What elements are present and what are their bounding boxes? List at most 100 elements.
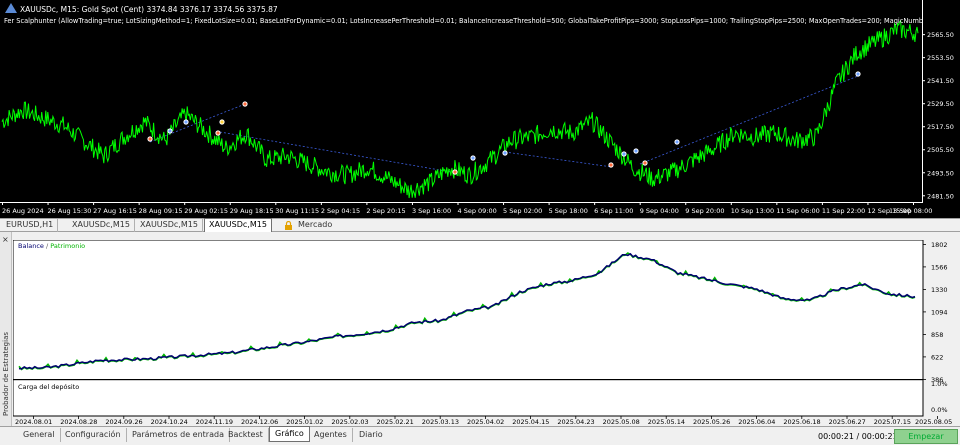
trade-marker-core — [609, 163, 613, 167]
time-tick — [275, 202, 277, 205]
price-level-label: 2529.50 — [927, 100, 954, 108]
date-label: 2024.12.06 — [241, 418, 278, 426]
time-tick — [411, 202, 413, 205]
tab-grafico[interactable]: Gráfico — [269, 426, 310, 442]
start-button[interactable]: Empezar — [894, 429, 958, 444]
tab-parametros[interactable]: Parámetros de entrada — [127, 428, 230, 442]
time-label: 29 Aug 18:15 — [230, 207, 274, 215]
balance-chart[interactable]: 18021566133010948586223861.0%0.0%2024.08… — [13, 240, 960, 426]
trade-marker-core — [168, 129, 172, 133]
time-label: 28 Aug 09:15 — [139, 207, 183, 215]
date-label: 2025.03.13 — [422, 418, 459, 426]
test-timer: 00:00:21 / 00:00:21 — [818, 432, 898, 441]
date-label: 2024.08.01 — [15, 418, 52, 426]
balance-plot-bg — [13, 240, 923, 416]
trade-marker-core — [503, 151, 507, 155]
time-tick — [93, 202, 95, 205]
tab-xauusdc-m15-active[interactable]: XAUUSDc,M15 — [204, 218, 272, 233]
close-icon[interactable]: × — [2, 235, 9, 244]
lock-icon — [284, 220, 293, 230]
time-label: 10 Sep 13:00 — [731, 207, 774, 215]
tab-backtest[interactable]: Backtest — [223, 428, 269, 442]
date-label: 2025.05.08 — [603, 418, 640, 426]
balance-axis-label: 1566 — [931, 264, 948, 272]
price-level-label: 2553.50 — [927, 54, 954, 62]
tab-configuracion[interactable]: Configuración — [60, 428, 127, 442]
balance-tick — [923, 244, 926, 245]
balance-axis-label: 622 — [931, 354, 943, 362]
balance-tick — [923, 311, 926, 313]
price-tick — [922, 195, 925, 197]
tab-eurusd-h1[interactable]: EURUSD,H1 — [2, 219, 59, 232]
legend-equity: Patrimonio — [50, 242, 86, 250]
time-label: 13 Sep 08:00 — [889, 207, 932, 215]
load-axis-label: 0.0% — [931, 406, 948, 414]
tab-xauusdc-m15-1[interactable]: XAUUSDc,M15 — [68, 219, 135, 232]
trade-marker-core — [220, 120, 224, 124]
trade-marker-core — [643, 161, 647, 165]
trade-marker-core — [675, 140, 679, 144]
tab-diario[interactable]: Diario — [354, 428, 388, 442]
price-series-line — [1, 20, 919, 199]
time-tick — [639, 202, 641, 205]
trade-marker-core — [622, 152, 626, 156]
time-tick — [821, 202, 823, 205]
balance-tick — [923, 289, 926, 290]
price-level-label: 2505.50 — [927, 146, 954, 154]
time-label: 27 Aug 16:15 — [93, 207, 137, 215]
deposit-load-label: Carga del depósito — [18, 383, 80, 391]
tab-xauusdc-m15-2[interactable]: XAUUSDc,M15 — [136, 219, 203, 232]
strategy-tester: × Probador de Estrategias 1802 1566 1330 10… — [0, 232, 960, 426]
trade-marker-core — [471, 156, 475, 160]
balance-tick — [923, 356, 926, 358]
balance-axis-label: 858 — [931, 331, 943, 339]
date-label: 2025.01.02 — [286, 418, 323, 426]
balance-tick — [923, 334, 926, 335]
trade-marker-core — [453, 170, 457, 174]
time-label: 9 Sep 04:00 — [640, 207, 679, 215]
time-tick — [229, 202, 231, 205]
date-label: 2025.04.15 — [512, 418, 549, 426]
chart-tabs: EURUSD,H1 XAUUSDc,M15 XAUUSDc,M15 XAUUSD… — [0, 218, 960, 233]
trade-marker-core — [148, 137, 152, 141]
time-tick — [548, 202, 550, 205]
price-chart-canvas[interactable]: 2565.50 2553.50 2541.50 2529.50 2517.50 2505.… — [0, 0, 960, 218]
time-tick — [776, 202, 778, 205]
time-tick — [366, 202, 368, 205]
trade-marker-core — [184, 120, 188, 124]
date-label: 2025.05.26 — [693, 418, 730, 426]
price-tick — [922, 172, 925, 174]
time-label: 5 Sep 18:00 — [549, 207, 588, 215]
date-label: 2024.08.28 — [60, 418, 97, 426]
time-label: 9 Sep 20:00 — [685, 207, 724, 215]
balance-tick — [923, 379, 926, 380]
price-tick — [922, 34, 925, 36]
trade-line — [639, 75, 859, 165]
price-level-label: 2541.50 — [927, 77, 954, 85]
date-label: 2025.02.21 — [377, 418, 414, 426]
balance-tick — [923, 266, 926, 268]
price-level-label: 2481.50 — [927, 192, 954, 200]
price-level-label: 2565.50 — [927, 31, 954, 39]
load-axis-label: 1.0% — [931, 380, 948, 388]
time-label: 29 Aug 02:15 — [184, 207, 228, 215]
time-label: 30 Aug 11:15 — [275, 207, 319, 215]
date-label: 2025.08.05 — [915, 418, 952, 426]
time-tick — [730, 202, 732, 205]
date-label: 2025.06.18 — [783, 418, 820, 426]
price-tick — [922, 80, 925, 82]
date-label: 2025.02.03 — [331, 418, 368, 426]
tab-mercado[interactable]: Mercado — [294, 219, 336, 232]
tab-agentes[interactable]: Agentes — [309, 428, 353, 442]
time-label: 26 Aug 2024 — [2, 207, 44, 215]
trade-line — [504, 151, 613, 168]
time-label: 2 Sep 20:15 — [366, 207, 405, 215]
time-label: 4 Sep 09:00 — [458, 207, 497, 215]
price-level-label: 2493.50 — [927, 169, 954, 177]
balance-axis-label: 1330 — [931, 286, 948, 294]
trade-marker-core — [216, 131, 220, 135]
date-label: 2025.06.27 — [829, 418, 866, 426]
time-label: 11 Sep 06:00 — [776, 207, 819, 215]
tab-general[interactable]: General — [18, 428, 61, 442]
price-chart[interactable]: 2565.50 2553.50 2541.50 2529.50 2517.50 2505.… — [0, 0, 960, 218]
